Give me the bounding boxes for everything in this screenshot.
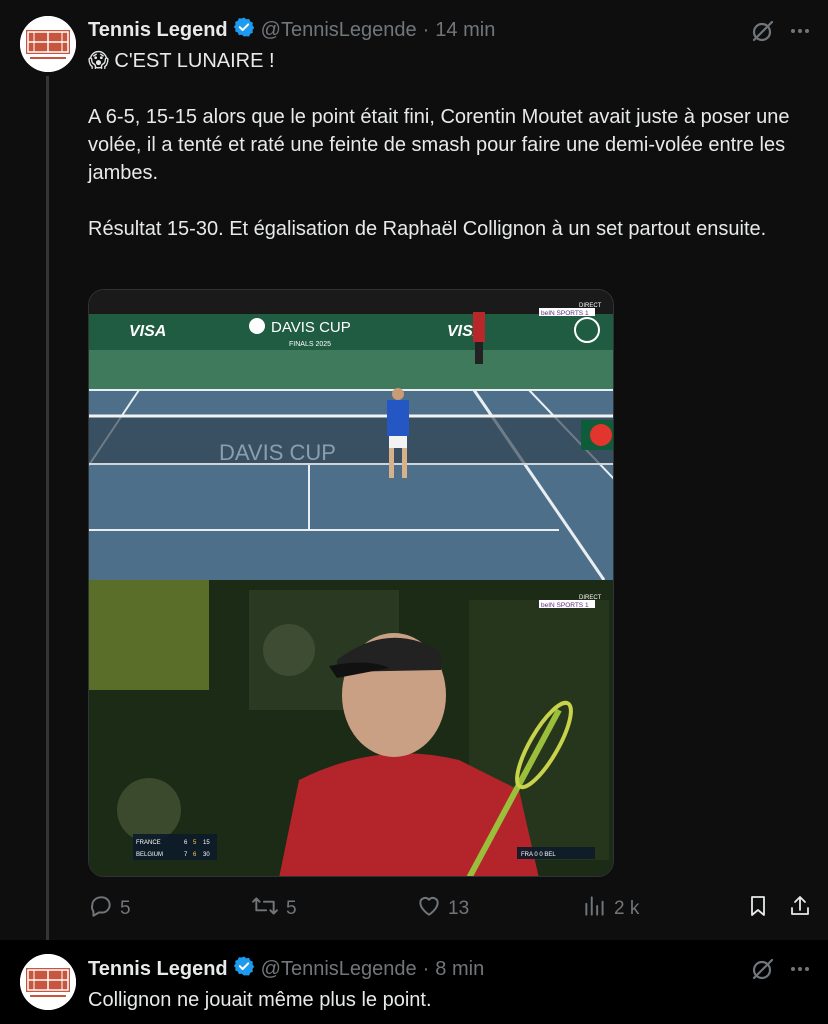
tweet-video[interactable]: DAVIS CUP VISA DAVIS CUP FINALS 2025 VIS… (88, 289, 614, 877)
like-icon (416, 893, 448, 925)
reply-count: 5 (120, 898, 131, 919)
avatar[interactable] (20, 16, 76, 72)
tweet-header: Tennis Legend @TennisLegende · 8 min (88, 955, 484, 983)
avatar[interactable] (20, 954, 76, 1010)
separator: · (422, 18, 430, 41)
display-name[interactable]: Tennis Legend (88, 958, 228, 981)
grok-icon[interactable] (750, 18, 776, 44)
views-icon (582, 893, 614, 925)
tweet-reply[interactable]: Tennis Legend @TennisLegende · 8 min Col… (0, 940, 828, 1024)
banner-sub: FINALS 2025 (289, 341, 331, 348)
more-icon[interactable] (788, 957, 812, 981)
scoreboard-team: BELGIUM (136, 852, 163, 858)
more-icon[interactable] (788, 19, 812, 43)
separator: · (422, 957, 430, 980)
views-button[interactable]: 2 k (582, 893, 639, 925)
bookmark-button[interactable] (746, 893, 776, 925)
banner-center: DAVIS CUP (271, 319, 351, 336)
share-icon (788, 893, 818, 925)
banner-left: VISA (129, 323, 166, 340)
reply-icon (88, 893, 120, 925)
tweet-text: 😱 C'EST LUNAIRE ! A 6-5, 15-15 alors que… (88, 47, 814, 243)
repost-count: 5 (286, 898, 297, 919)
scoreboard-points: 30 (203, 852, 210, 858)
thread-line (46, 76, 49, 946)
handle[interactable]: @TennisLegende (261, 19, 417, 42)
tweet-main[interactable]: Tennis Legend @TennisLegende · 14 min 😱 … (0, 0, 828, 946)
grok-icon[interactable] (750, 956, 776, 982)
like-count: 13 (448, 898, 470, 919)
handle[interactable]: @TennisLegende (261, 958, 417, 981)
tweet-text-line: 😱 C'EST LUNAIRE ! (88, 50, 275, 72)
display-name[interactable]: Tennis Legend (88, 19, 228, 42)
bookmark-icon (746, 893, 776, 925)
scoreboard-points: 15 (203, 840, 210, 846)
repost-icon (250, 893, 286, 925)
channel-logo-2: beIN SPORTS 1 (541, 602, 589, 609)
channel-logo: beIN SPORTS 1 (541, 310, 589, 317)
tweet-actions: 5 5 13 2 k (88, 893, 814, 925)
tweet-text-line: A 6-5, 15-15 alors que le point était fi… (88, 106, 790, 184)
mini-score: FRA 0 0 BEL (521, 852, 556, 858)
tweet-text: Collignon ne jouait même plus le point. (88, 989, 432, 1011)
reply-button[interactable]: 5 (88, 893, 131, 925)
timestamp[interactable]: 8 min (435, 958, 484, 981)
tweet-text-line: Résultat 15-30. Et égalisation de Raphaë… (88, 218, 767, 240)
verified-badge-icon (233, 955, 255, 983)
share-button[interactable] (788, 893, 818, 925)
timestamp[interactable]: 14 min (435, 19, 495, 42)
like-button[interactable]: 13 (416, 893, 469, 925)
net-text: DAVIS CUP (219, 440, 336, 465)
scoreboard-team: FRANCE (136, 840, 161, 846)
verified-badge-icon (233, 16, 255, 44)
tweet-header: Tennis Legend @TennisLegende · 14 min (88, 16, 495, 44)
repost-button[interactable]: 5 (250, 893, 297, 925)
views-count: 2 k (614, 898, 640, 919)
